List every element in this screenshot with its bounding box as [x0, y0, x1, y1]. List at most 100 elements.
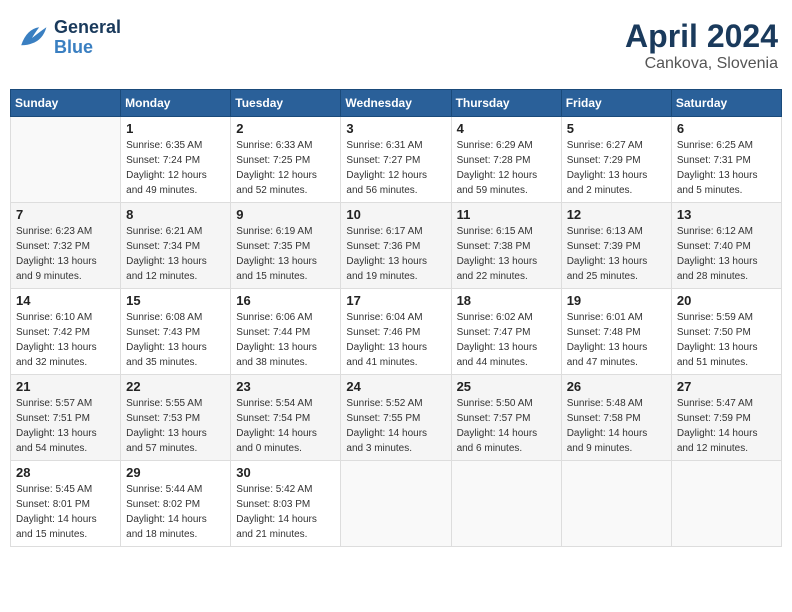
logo: General Blue [14, 18, 121, 58]
calendar-cell: 17 Sunrise: 6:04 AMSunset: 7:46 PMDayligh… [341, 289, 451, 375]
logo-general: General [54, 18, 121, 38]
day-info: Sunrise: 6:31 AMSunset: 7:27 PMDaylight:… [346, 138, 445, 198]
weekday-header: Thursday [451, 90, 561, 117]
weekday-header: Wednesday [341, 90, 451, 117]
weekday-header: Monday [121, 90, 231, 117]
day-info: Sunrise: 6:27 AMSunset: 7:29 PMDaylight:… [567, 138, 666, 198]
day-info: Sunrise: 6:15 AMSunset: 7:38 PMDaylight:… [457, 224, 556, 284]
calendar-week-row: 14 Sunrise: 6:10 AMSunset: 7:42 PMDayligh… [11, 289, 782, 375]
day-info: Sunrise: 5:50 AMSunset: 7:57 PMDaylight:… [457, 396, 556, 456]
calendar-cell: 20 Sunrise: 5:59 AMSunset: 7:50 PMDayligh… [671, 289, 781, 375]
calendar-cell: 6Sunrise: 6:25 AMSunset: 7:31 PMDaylight… [671, 117, 781, 203]
day-info: Sunrise: 6:29 AMSunset: 7:28 PMDaylight:… [457, 138, 556, 198]
day-info: Sunrise: 5:45 AMSunset: 8:01 PMDaylight:… [16, 482, 115, 542]
day-info: Sunrise: 6:17 AMSunset: 7:36 PMDaylight:… [346, 224, 445, 284]
calendar-cell: 2Sunrise: 6:33 AMSunset: 7:25 PMDaylight… [231, 117, 341, 203]
day-info: Sunrise: 6:08 AMSunset: 7:43 PMDaylight:… [126, 310, 225, 370]
day-info: Sunrise: 5:55 AMSunset: 7:53 PMDaylight:… [126, 396, 225, 456]
day-info: Sunrise: 5:42 AMSunset: 8:03 PMDaylight:… [236, 482, 335, 542]
location-subtitle: Cankova, Slovenia [625, 55, 778, 73]
day-info: Sunrise: 6:06 AMSunset: 7:44 PMDaylight:… [236, 310, 335, 370]
calendar-cell: 13Sunrise: 6:12 AMSunset: 7:40 PMDayligh… [671, 203, 781, 289]
calendar-cell: 7 Sunrise: 6:23 AMSunset: 7:32 PMDaylight… [11, 203, 121, 289]
calendar-cell: 22 Sunrise: 5:55 AMSunset: 7:53 PMDayligh… [121, 375, 231, 461]
day-number: 28 [16, 465, 115, 480]
day-info: Sunrise: 6:21 AMSunset: 7:34 PMDaylight:… [126, 224, 225, 284]
calendar-cell: 12 Sunrise: 6:13 AMSunset: 7:39 PMDayligh… [561, 203, 671, 289]
day-info: Sunrise: 6:13 AMSunset: 7:39 PMDaylight:… [567, 224, 666, 284]
day-number: 2 [236, 121, 335, 136]
day-info: Sunrise: 6:23 AMSunset: 7:32 PMDaylight:… [16, 224, 115, 284]
calendar-cell: 30 Sunrise: 5:42 AMSunset: 8:03 PMDayligh… [231, 461, 341, 547]
day-info: Sunrise: 5:59 AMSunset: 7:50 PMDaylight:… [677, 310, 776, 370]
day-info: Sunrise: 5:57 AMSunset: 7:51 PMDaylight:… [16, 396, 115, 456]
day-info: Sunrise: 6:02 AMSunset: 7:47 PMDaylight:… [457, 310, 556, 370]
day-number: 5 [567, 121, 666, 136]
calendar-cell: 9Sunrise: 6:19 AMSunset: 7:35 PMDaylight… [231, 203, 341, 289]
logo-bird-icon [14, 20, 50, 56]
calendar-table: SundayMondayTuesdayWednesdayThursdayFrid… [10, 89, 782, 547]
day-number: 24 [346, 379, 445, 394]
day-number: 3 [346, 121, 445, 136]
calendar-cell [561, 461, 671, 547]
day-number: 1 [126, 121, 225, 136]
calendar-cell: 5 Sunrise: 6:27 AMSunset: 7:29 PMDaylight… [561, 117, 671, 203]
day-info: Sunrise: 6:04 AMSunset: 7:46 PMDaylight:… [346, 310, 445, 370]
day-number: 12 [567, 207, 666, 222]
weekday-header: Saturday [671, 90, 781, 117]
calendar-cell: 28 Sunrise: 5:45 AMSunset: 8:01 PMDayligh… [11, 461, 121, 547]
weekday-header: Sunday [11, 90, 121, 117]
calendar-cell: 15 Sunrise: 6:08 AMSunset: 7:43 PMDayligh… [121, 289, 231, 375]
day-info: Sunrise: 5:52 AMSunset: 7:55 PMDaylight:… [346, 396, 445, 456]
calendar-cell [671, 461, 781, 547]
calendar-cell: 18 Sunrise: 6:02 AMSunset: 7:47 PMDayligh… [451, 289, 561, 375]
calendar-cell: 23Sunrise: 5:54 AMSunset: 7:54 PMDayligh… [231, 375, 341, 461]
weekday-header: Tuesday [231, 90, 341, 117]
calendar-cell: 21 Sunrise: 5:57 AMSunset: 7:51 PMDayligh… [11, 375, 121, 461]
day-number: 15 [126, 293, 225, 308]
day-info: Sunrise: 6:10 AMSunset: 7:42 PMDaylight:… [16, 310, 115, 370]
calendar-cell: 19 Sunrise: 6:01 AMSunset: 7:48 PMDayligh… [561, 289, 671, 375]
calendar-cell: 25 Sunrise: 5:50 AMSunset: 7:57 PMDayligh… [451, 375, 561, 461]
day-number: 19 [567, 293, 666, 308]
month-title: April 2024 [625, 18, 778, 55]
title-area: April 2024 Cankova, Slovenia [625, 18, 778, 73]
day-number: 21 [16, 379, 115, 394]
logo-blue: Blue [54, 38, 121, 58]
calendar-cell [451, 461, 561, 547]
calendar-cell: 29Sunrise: 5:44 AMSunset: 8:02 PMDayligh… [121, 461, 231, 547]
day-info: Sunrise: 6:35 AMSunset: 7:24 PMDaylight:… [126, 138, 225, 198]
calendar-cell: 10 Sunrise: 6:17 AMSunset: 7:36 PMDayligh… [341, 203, 451, 289]
day-info: Sunrise: 5:48 AMSunset: 7:58 PMDaylight:… [567, 396, 666, 456]
day-number: 30 [236, 465, 335, 480]
day-info: Sunrise: 6:01 AMSunset: 7:48 PMDaylight:… [567, 310, 666, 370]
day-number: 14 [16, 293, 115, 308]
calendar-cell: 8 Sunrise: 6:21 AMSunset: 7:34 PMDaylight… [121, 203, 231, 289]
calendar-cell: 1 Sunrise: 6:35 AMSunset: 7:24 PMDaylight… [121, 117, 231, 203]
calendar-cell: 3 Sunrise: 6:31 AMSunset: 7:27 PMDaylight… [341, 117, 451, 203]
day-number: 17 [346, 293, 445, 308]
calendar-cell: 14 Sunrise: 6:10 AMSunset: 7:42 PMDayligh… [11, 289, 121, 375]
calendar-cell: 27 Sunrise: 5:47 AMSunset: 7:59 PMDayligh… [671, 375, 781, 461]
day-number: 20 [677, 293, 776, 308]
calendar-week-row: 7 Sunrise: 6:23 AMSunset: 7:32 PMDaylight… [11, 203, 782, 289]
day-info: Sunrise: 5:44 AMSunset: 8:02 PMDaylight:… [126, 482, 225, 542]
page-header: General Blue April 2024 Cankova, Sloveni… [10, 10, 782, 81]
day-number: 22 [126, 379, 225, 394]
day-info: Sunrise: 5:47 AMSunset: 7:59 PMDaylight:… [677, 396, 776, 456]
day-number: 13 [677, 207, 776, 222]
calendar-cell: 26 Sunrise: 5:48 AMSunset: 7:58 PMDayligh… [561, 375, 671, 461]
weekday-header: Friday [561, 90, 671, 117]
weekday-header-row: SundayMondayTuesdayWednesdayThursdayFrid… [11, 90, 782, 117]
day-number: 26 [567, 379, 666, 394]
day-number: 10 [346, 207, 445, 222]
day-number: 27 [677, 379, 776, 394]
day-number: 8 [126, 207, 225, 222]
day-info: Sunrise: 6:19 AMSunset: 7:35 PMDaylight:… [236, 224, 335, 284]
day-number: 16 [236, 293, 335, 308]
day-number: 18 [457, 293, 556, 308]
day-number: 7 [16, 207, 115, 222]
day-number: 4 [457, 121, 556, 136]
calendar-cell [11, 117, 121, 203]
day-number: 25 [457, 379, 556, 394]
